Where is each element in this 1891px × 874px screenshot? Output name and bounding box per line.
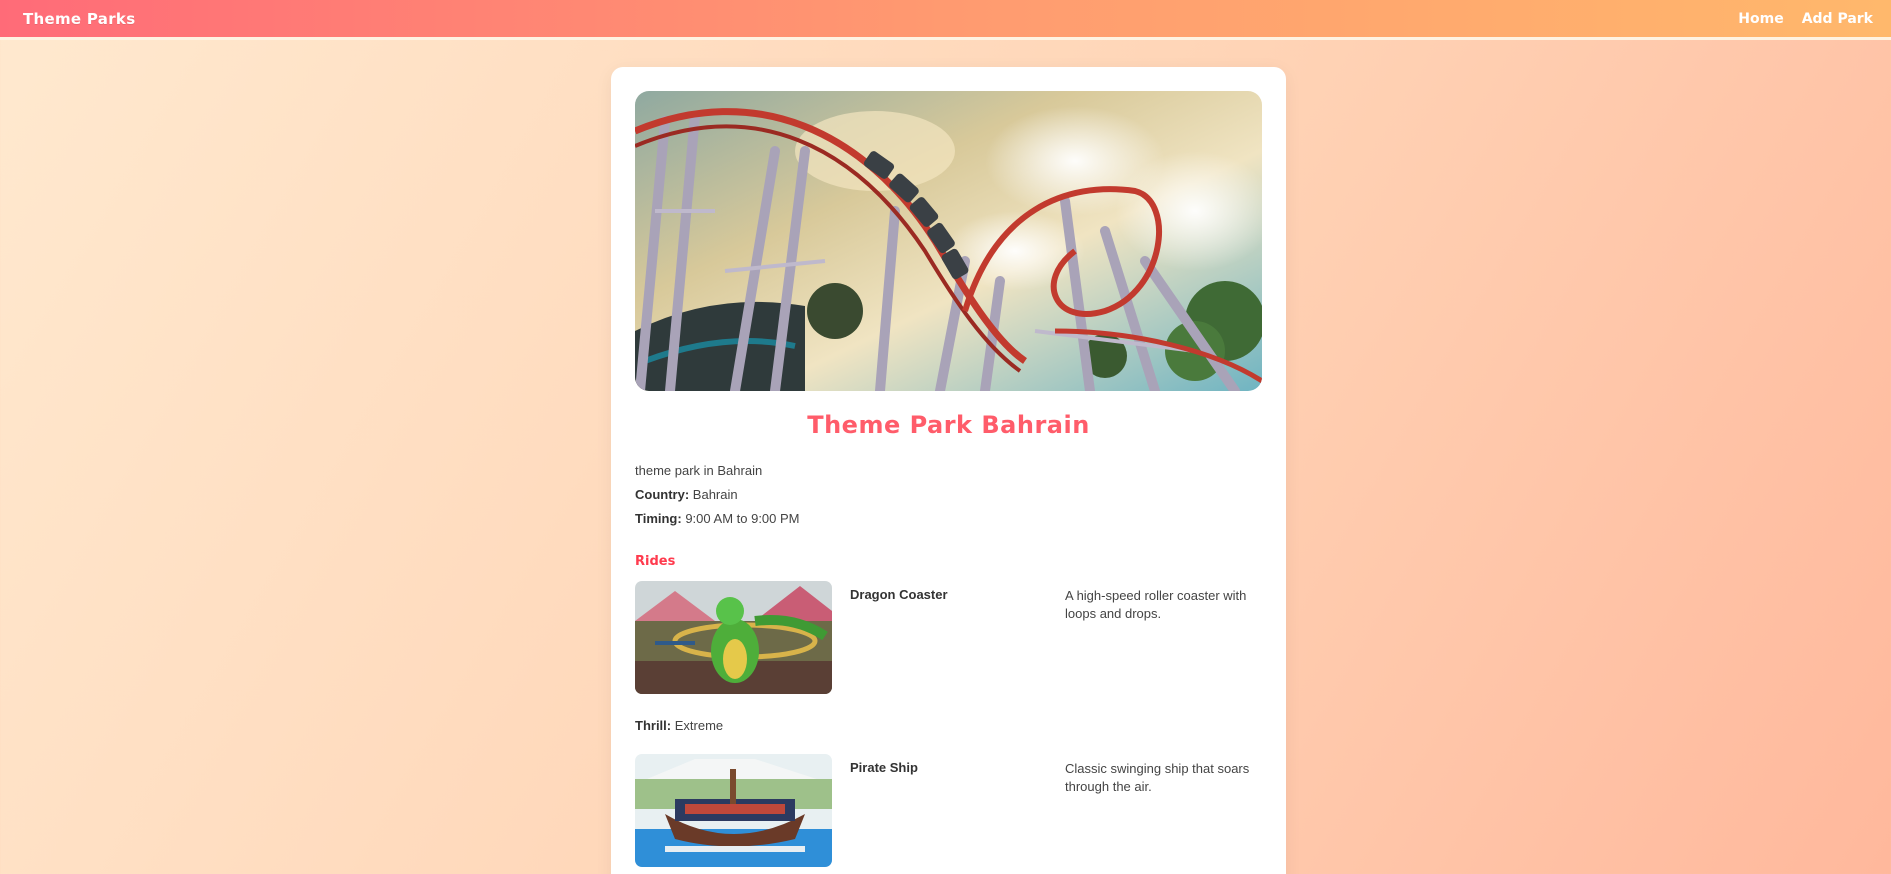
ride-thrill-dragon-coaster: Thrill: Extreme [635,718,723,733]
timing-value: 9:00 AM to 9:00 PM [685,511,800,526]
ride-name-dragon-coaster: Dragon Coaster [850,587,948,602]
ride-name-pirate-ship: Pirate Ship [850,760,918,775]
ride-image-pirate-ship [635,754,832,867]
roller-coaster-photo [635,91,1262,391]
park-hero-image [635,91,1262,391]
thrill-label: Thrill: [635,718,672,733]
timing-label: Timing: [635,511,682,526]
park-country: Country: Bahrain [635,487,738,502]
park-detail-card: Theme Park Bahrain theme park in Bahrain… [611,67,1286,874]
nav-links: Home Add Park [1738,11,1873,27]
rides-heading: Rides [635,554,676,569]
thrill-value: Extreme [674,718,724,733]
ride-description-pirate-ship: Classic swinging ship that soars through… [1065,761,1250,794]
nav-home-link[interactable]: Home [1738,11,1783,27]
ride-description-dragon-coaster: A high-speed roller coaster with loops a… [1065,588,1247,621]
dragon-coaster-photo [635,581,832,694]
park-title: Theme Park Bahrain [807,411,1090,439]
nav-add-park-link[interactable]: Add Park [1802,11,1873,27]
pirate-ship-photo [635,754,832,867]
ride-image-dragon-coaster [635,581,832,694]
park-timing: Timing: 9:00 AM to 9:00 PM [635,511,800,526]
country-label: Country: [635,487,690,502]
brand-logo[interactable]: Theme Parks [23,10,135,28]
country-value: Bahrain [692,487,738,502]
park-description: theme park in Bahrain [635,463,763,478]
navbar: Theme Parks Home Add Park [0,0,1891,40]
